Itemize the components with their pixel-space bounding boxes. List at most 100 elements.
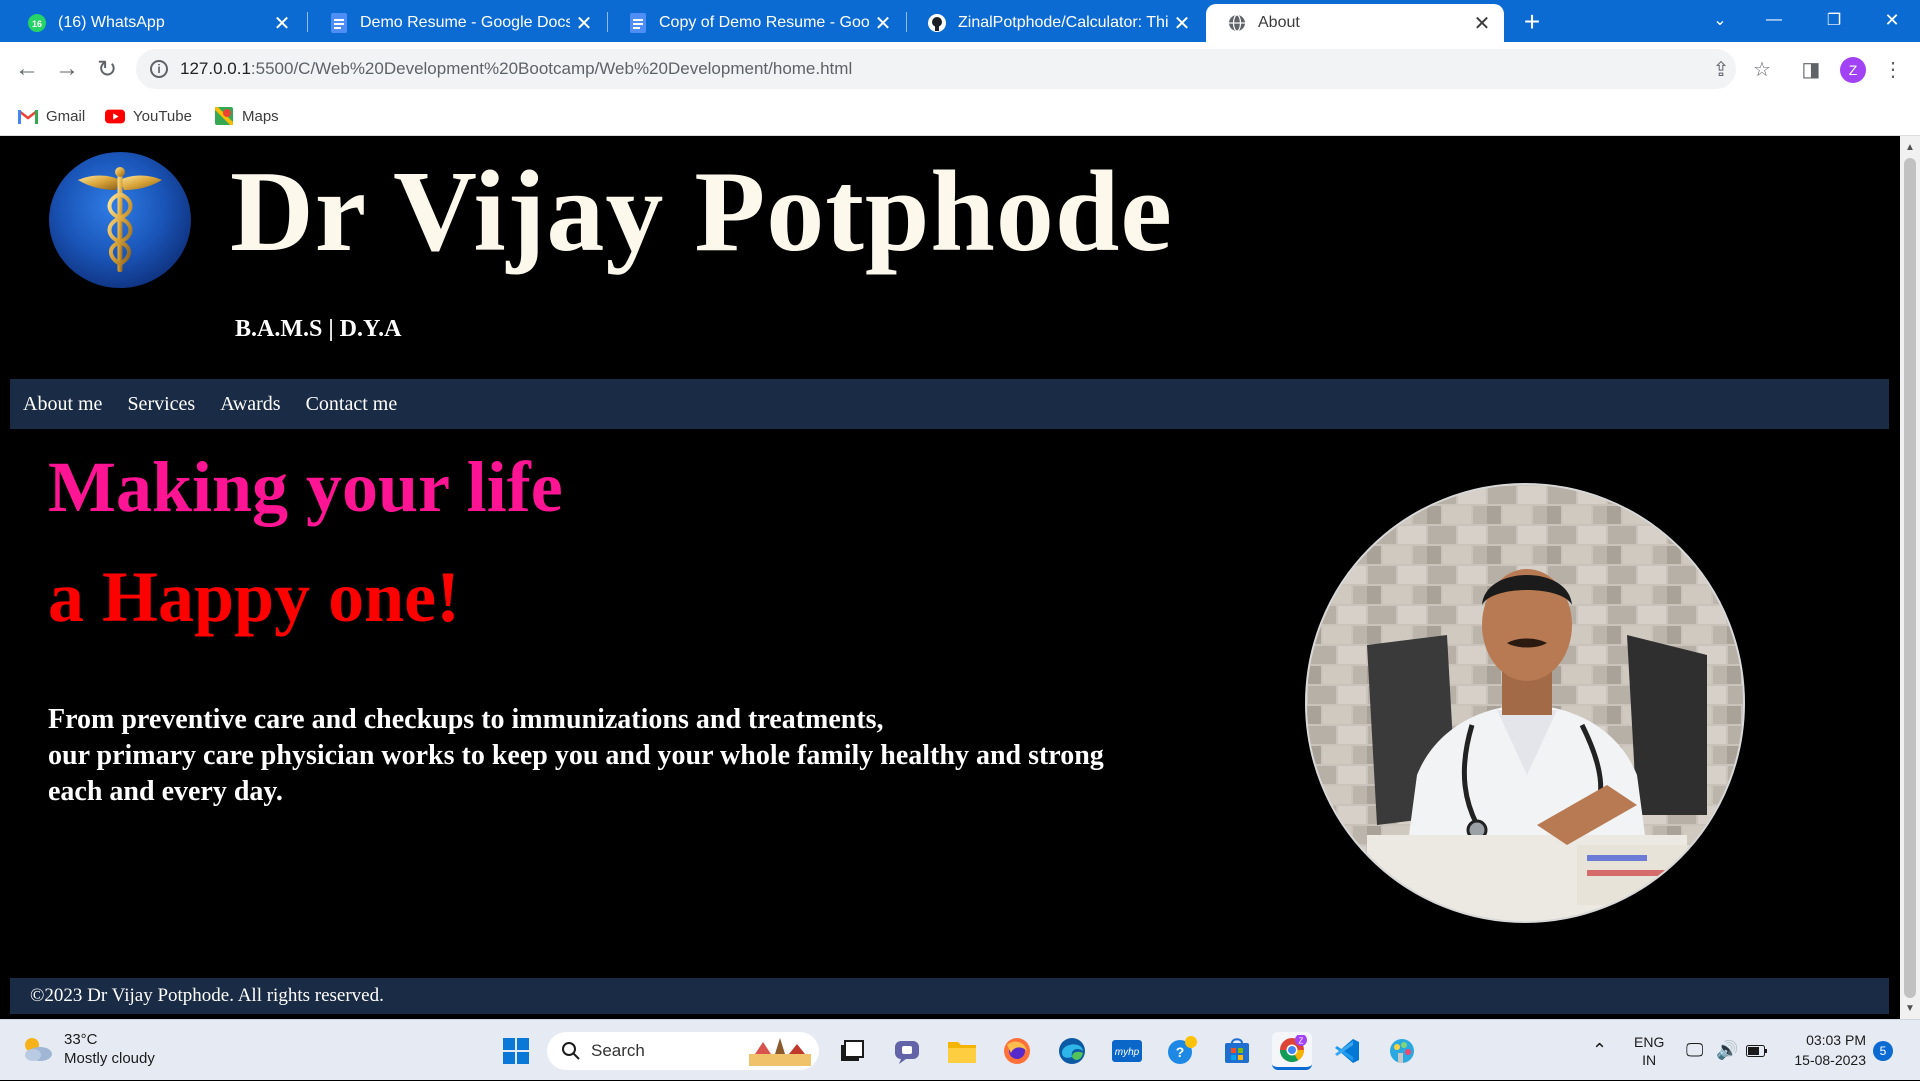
- doctor-portrait-photo: [1305, 483, 1745, 923]
- hp-support-icon[interactable]: ?: [1162, 1032, 1202, 1070]
- weather-temperature: 33°C: [64, 1031, 98, 1048]
- forward-button[interactable]: →: [52, 54, 82, 84]
- profile-avatar[interactable]: Z: [1840, 57, 1866, 83]
- site-nav: About me Services Awards Contact me: [10, 379, 1889, 429]
- teams-chat-icon[interactable]: [887, 1032, 927, 1070]
- file-explorer-icon[interactable]: [942, 1032, 982, 1070]
- gmail-icon: [18, 108, 38, 124]
- bookmark-label: Maps: [242, 107, 279, 125]
- tab-copy-demo-resume[interactable]: Copy of Demo Resume - Google ✕: [607, 4, 905, 42]
- clock-time: 03:03 PM: [1806, 1032, 1866, 1048]
- browser-toolbar: ← → ↻ i 127.0.0.1:5500/C/Web%20Developme…: [0, 42, 1920, 96]
- close-window-icon[interactable]: ✕: [1864, 0, 1920, 40]
- tab-search-icon[interactable]: ⌄: [1692, 0, 1748, 40]
- microsoft-store-icon[interactable]: [1217, 1032, 1257, 1070]
- svg-text:16: 16: [32, 19, 42, 29]
- restore-icon[interactable]: ❐: [1806, 0, 1862, 40]
- tab-github-calculator[interactable]: ZinalPotphode/Calculator: This is ✕: [906, 4, 1204, 42]
- myhp-icon[interactable]: myhp: [1107, 1032, 1147, 1070]
- search-highlight-icon: [749, 1038, 811, 1066]
- vscode-icon[interactable]: [1327, 1032, 1367, 1070]
- clock-date: 15-08-2023: [1794, 1052, 1866, 1068]
- bookmarks-bar: Gmail YouTube Maps: [0, 96, 1920, 136]
- back-button[interactable]: ←: [12, 54, 42, 84]
- close-tab-icon[interactable]: ✕: [570, 9, 598, 37]
- page-scrollbar[interactable]: ▲ ▼: [1900, 136, 1920, 1019]
- reload-button[interactable]: ↻: [92, 54, 122, 84]
- nav-about-me[interactable]: About me: [23, 393, 102, 416]
- svg-text:Z: Z: [1299, 1036, 1304, 1045]
- tab-demo-resume[interactable]: Demo Resume - Google Docs ✕: [308, 4, 606, 42]
- minimize-icon[interactable]: —: [1746, 0, 1802, 40]
- weather-widget[interactable]: 33°C Mostly cloudy: [20, 1030, 155, 1068]
- close-tab-icon[interactable]: ✕: [268, 9, 296, 37]
- globe-icon: [1226, 12, 1248, 34]
- url-path: :5500/C/Web%20Development%20Bootcamp/Web…: [250, 59, 853, 78]
- hero-heading-line1: Making your life: [48, 447, 563, 527]
- scroll-down-arrow-icon[interactable]: ▼: [1900, 999, 1920, 1017]
- svg-text:myhp: myhp: [1115, 1047, 1140, 1058]
- menu-kebab-icon[interactable]: ⋮: [1878, 54, 1908, 84]
- start-windows-icon[interactable]: [496, 1032, 536, 1070]
- page-subtitle: B.A.M.S | D.Y.A: [235, 316, 402, 342]
- chrome-icon[interactable]: Z: [1272, 1032, 1312, 1070]
- nav-services[interactable]: Services: [127, 393, 195, 416]
- close-tab-icon[interactable]: ✕: [1468, 9, 1496, 37]
- address-bar[interactable]: i 127.0.0.1:5500/C/Web%20Development%20B…: [136, 49, 1736, 89]
- tab-title: About: [1258, 14, 1300, 31]
- tab-whatsapp[interactable]: 16 (16) WhatsApp ✕: [6, 4, 304, 42]
- close-tab-icon[interactable]: ✕: [1168, 9, 1196, 37]
- page-title: Dr Vijay Potphode: [230, 148, 1173, 276]
- language-code: ENG: [1634, 1033, 1665, 1050]
- intro-paragraph: From preventive care and checkups to imm…: [48, 702, 1248, 810]
- tab-title: ZinalPotphode/Calculator: This is: [958, 14, 1168, 31]
- share-icon[interactable]: ⇪: [1706, 54, 1736, 84]
- bookmark-star-icon[interactable]: ☆: [1747, 54, 1777, 84]
- google-docs-icon: [328, 12, 350, 34]
- language-indicator[interactable]: ENG IN: [1634, 1020, 1664, 1081]
- url-host: 127.0.0.1: [180, 59, 251, 78]
- scroll-up-arrow-icon[interactable]: ▲: [1900, 138, 1920, 156]
- intro-line: our primary care physician works to keep…: [48, 740, 1104, 771]
- firefox-icon[interactable]: [997, 1032, 1037, 1070]
- battery-icon[interactable]: [1746, 1020, 1768, 1081]
- edge-icon[interactable]: [1052, 1032, 1092, 1070]
- tab-about[interactable]: About ✕: [1206, 4, 1504, 42]
- site-footer: ©2023 Dr Vijay Potphode. All rights rese…: [10, 978, 1889, 1014]
- system-clock[interactable]: 03:03 PM 15-08-2023: [1780, 1030, 1866, 1070]
- bookmark-gmail[interactable]: Gmail: [18, 104, 85, 128]
- tab-strip: 16 (16) WhatsApp ✕ Demo Resume - Google …: [0, 0, 1920, 42]
- taskbar-search-input[interactable]: Search: [547, 1032, 819, 1070]
- nav-contact-me[interactable]: Contact me: [306, 393, 398, 416]
- paint-icon[interactable]: [1382, 1032, 1422, 1070]
- bookmark-label: YouTube: [133, 107, 192, 125]
- scroll-thumb[interactable]: [1904, 158, 1916, 998]
- page-viewport: Dr Vijay Potphode B.A.M.S | D.Y.A About …: [0, 136, 1900, 1019]
- volume-icon[interactable]: 🔊: [1716, 1020, 1738, 1081]
- bookmark-youtube[interactable]: YouTube: [105, 104, 192, 128]
- side-panel-icon[interactable]: ◨: [1796, 54, 1826, 84]
- network-icon[interactable]: 🖵: [1686, 1020, 1703, 1081]
- close-tab-icon[interactable]: ✕: [869, 9, 897, 37]
- bookmark-label: Gmail: [46, 107, 86, 125]
- intro-line: From preventive care and checkups to imm…: [48, 704, 884, 735]
- new-tab-button[interactable]: +: [1514, 6, 1550, 38]
- google-docs-icon: [627, 12, 649, 34]
- maps-icon: [214, 107, 234, 125]
- caduceus-logo-icon: [49, 152, 191, 288]
- show-hidden-icons-chevron-icon[interactable]: ⌃: [1592, 1020, 1607, 1081]
- tab-title: Demo Resume - Google Docs: [360, 14, 570, 31]
- taskbar: 33°C Mostly cloudy Search myhp ? Z ⌃ ENG…: [0, 1019, 1920, 1080]
- notification-badge[interactable]: 5: [1873, 1041, 1893, 1061]
- site-info-icon[interactable]: i: [150, 60, 168, 78]
- svg-text:?: ?: [1176, 1044, 1185, 1060]
- nav-awards[interactable]: Awards: [220, 393, 280, 416]
- hero-heading-line2: a Happy one!: [48, 557, 461, 637]
- bookmark-maps[interactable]: Maps: [214, 104, 279, 128]
- cloud-sun-icon: [25, 1038, 52, 1061]
- tab-title: Copy of Demo Resume - Google: [659, 14, 869, 31]
- search-icon: [562, 1042, 580, 1060]
- task-view-icon[interactable]: [832, 1032, 872, 1070]
- intro-line: each and every day.: [48, 776, 283, 807]
- youtube-icon: [105, 108, 125, 124]
